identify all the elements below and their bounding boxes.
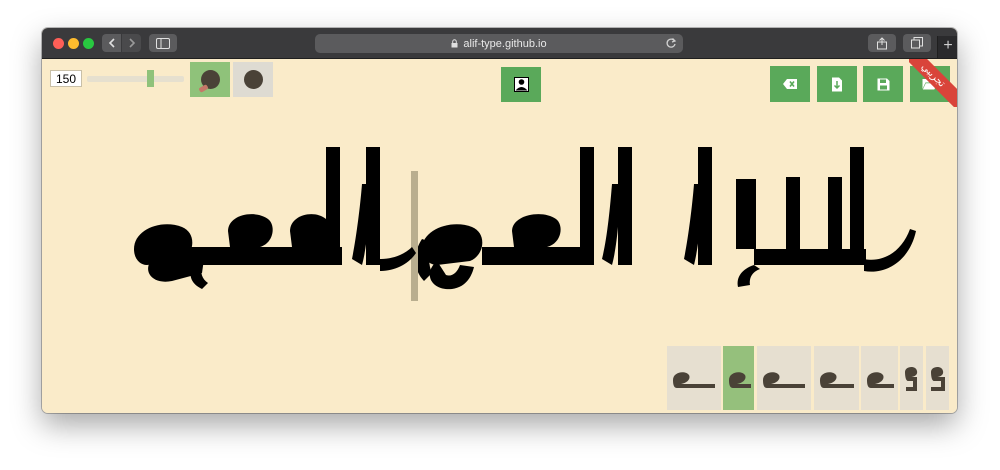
- back-button[interactable]: [102, 34, 121, 52]
- glyph-alternate-4[interactable]: [814, 346, 859, 410]
- lock-icon: [451, 39, 458, 48]
- glyph-preview: [904, 366, 917, 391]
- glyph-alternate-5[interactable]: [861, 346, 898, 410]
- browser-titlebar: alif-type.github.io +: [42, 28, 957, 59]
- kufic-word-2: [415, 147, 632, 290]
- sidebar-icon: [156, 37, 170, 49]
- glyph-preview: [763, 372, 805, 388]
- app-content: تجريبي: [42, 59, 957, 413]
- show-tabs-button[interactable]: [903, 34, 931, 52]
- new-tab-button[interactable]: +: [937, 36, 957, 58]
- kufic-word-1: [684, 147, 916, 287]
- chevron-left-icon: [108, 38, 115, 48]
- sidebar-toggle-button[interactable]: [149, 34, 177, 52]
- share-button[interactable]: [868, 34, 896, 52]
- glyph-alternate-7[interactable]: [926, 346, 949, 410]
- forward-button[interactable]: [122, 34, 141, 52]
- glyph-alternate-3[interactable]: [757, 346, 811, 410]
- glyph-alternate-1[interactable]: [667, 346, 721, 410]
- tabs-icon: [911, 37, 923, 49]
- glyph-alternate-2[interactable]: [723, 346, 754, 410]
- minimize-window-button[interactable]: [68, 38, 79, 49]
- kufic-word-3: [134, 147, 416, 289]
- share-icon: [877, 36, 887, 49]
- close-window-button[interactable]: [53, 38, 64, 49]
- glyph-preview: [819, 372, 854, 388]
- chevron-right-icon: [128, 38, 135, 48]
- glyph-preview: [866, 372, 894, 388]
- glyph-preview: [930, 366, 945, 391]
- browser-window: alif-type.github.io + 150 تجريبي: [42, 28, 957, 413]
- reload-icon[interactable]: [665, 37, 677, 52]
- maximize-window-button[interactable]: [83, 38, 94, 49]
- glyph-preview: [728, 372, 751, 388]
- address-bar[interactable]: alif-type.github.io: [315, 34, 683, 53]
- glyph-alternate-6[interactable]: [900, 346, 923, 410]
- glyph-preview: [673, 372, 715, 388]
- url-text: alif-type.github.io: [463, 37, 547, 50]
- text-cursor: [411, 171, 418, 301]
